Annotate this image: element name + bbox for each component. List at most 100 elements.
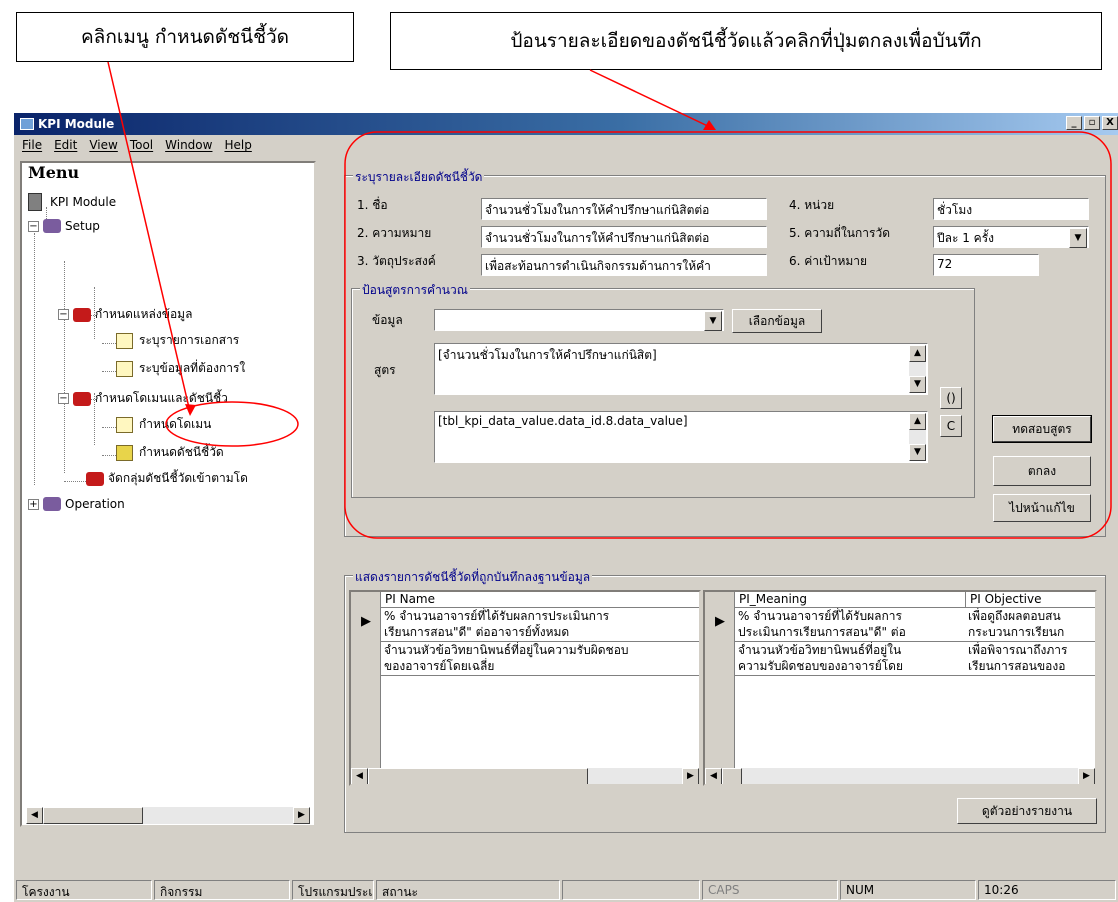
target-field[interactable]: 72 (933, 254, 1039, 276)
folder-icon (116, 332, 133, 349)
kpi-grid-left[interactable]: PI Name ▶ % จำนวนอาจารย์ที่ได้รับผลการปร… (349, 590, 701, 786)
scroll-left-icon[interactable]: ◀ (351, 768, 368, 784)
status-state: สถานะ (376, 880, 560, 900)
tree-node-data-needed[interactable]: ระบุข้อมูลที่ต้องการใ (116, 359, 245, 378)
row1-meaning-line1[interactable]: % จำนวนอาจารย์ที่ได้รับผลการ (735, 608, 965, 625)
tree-label-kpi-module: KPI Module (50, 195, 117, 209)
chevron-down-icon[interactable]: ▼ (704, 311, 722, 331)
grid-horizontal-scrollbar[interactable]: ◀ ▶ (705, 768, 1095, 784)
row1-objective-line1[interactable]: เพื่อดูถึงผลตอบสน (965, 608, 1095, 625)
unit-field[interactable]: ชั่วโมง (933, 198, 1089, 220)
current-row-icon: ▶ (715, 614, 725, 629)
annotation-callout-right: ป้อนรายละเอียดของดัชนีชี้วัดแล้วคลิกที่ป… (390, 12, 1102, 70)
report-preview-button[interactable]: ดูตัวอย่างรายงาน (957, 798, 1097, 824)
scroll-left-icon[interactable]: ◀ (26, 807, 43, 824)
formula-legend: ป้อนสูตรการคำนวณ (360, 281, 470, 300)
grid-header-pi-meaning[interactable]: PI_Meaning (735, 592, 965, 608)
window-title: KPI Module (38, 117, 115, 131)
scroll-right-icon[interactable]: ▶ (682, 768, 699, 784)
clear-button[interactable]: C (940, 415, 962, 437)
formula-text-area[interactable]: [จำนวนชั่วโมงในการให้คำปรึกษาแก่นิสิต] ▲… (434, 343, 928, 395)
callout-left-text: คลิกเมนู กำหนดดัชนีชี้วัด (80, 26, 290, 48)
row2-name-line2[interactable]: ของอาจารย์โดยเฉลี่ย (381, 658, 699, 676)
vertical-scrollbar[interactable]: ▲ ▼ (909, 345, 926, 393)
grid-horizontal-scrollbar[interactable]: ◀ ▶ (351, 768, 699, 784)
row2-objective-line1[interactable]: เพื่อพิจารณาถึงภาร (965, 642, 1095, 659)
row1-objective-line2[interactable]: กระบวนการเรียนก (965, 624, 1095, 642)
vertical-scrollbar[interactable]: ▲ ▼ (909, 413, 926, 461)
title-bar[interactable]: KPI Module _ ▫ X (14, 113, 1118, 135)
data-select-value (435, 310, 703, 330)
scroll-right-icon[interactable]: ▶ (293, 807, 310, 824)
menu-file[interactable]: File (16, 138, 48, 152)
menu-view[interactable]: View (83, 138, 123, 152)
row1-meaning-line2[interactable]: ประเมินการเรียนการสอน"ดี" ต่อ (735, 624, 965, 642)
row2-name-line1[interactable]: จำนวนหัวข้อวิทยานิพนธ์ที่อยู่ในความรับผิ… (381, 642, 699, 659)
scroll-down-icon[interactable]: ▼ (909, 376, 926, 393)
book-icon (73, 391, 91, 406)
scroll-thumb[interactable] (368, 768, 588, 784)
menu-window[interactable]: Window (159, 138, 218, 152)
edit-page-button[interactable]: ไปหน้าแก้ไข (993, 494, 1091, 522)
grid-header-pi-name[interactable]: PI Name (381, 592, 699, 608)
menu-tool[interactable]: Tool (124, 138, 159, 152)
folder-icon (116, 360, 133, 377)
scroll-down-icon[interactable]: ▼ (909, 444, 926, 461)
restore-button[interactable]: ▫ (1084, 116, 1100, 130)
menu-horizontal-scrollbar[interactable]: ◀ ▶ (26, 807, 310, 824)
scroll-thumb[interactable] (722, 768, 742, 784)
collapse-icon[interactable]: − (58, 309, 69, 320)
close-button[interactable]: X (1102, 116, 1118, 130)
tree-node-doc-list[interactable]: ระบุรายการเอกสาร (116, 331, 239, 350)
tree-node-group-kpi[interactable]: จัดกลุ่มดัชนีชี้วัดเข้าตามโด (86, 469, 248, 488)
collapse-icon[interactable]: − (58, 393, 69, 404)
row1-name-line1[interactable]: % จำนวนอาจารย์ที่ได้รับผลการประเมินการ (381, 608, 699, 625)
meaning-field[interactable]: จำนวนชั่วโมงในการให้คำปรึกษาแก่นิสิตต่อ (481, 226, 767, 248)
chevron-down-icon[interactable]: ▼ (1069, 228, 1087, 248)
kpi-grid-right[interactable]: PI_Meaning PI Objective ▶ % จำนวนอาจารย์… (703, 590, 1097, 786)
app-icon (20, 118, 34, 130)
tree-node-data-source[interactable]: − กำหนดแหล่งข้อมูล (58, 305, 192, 324)
row2-objective-line2[interactable]: เรียนการสอนของอ (965, 658, 1095, 676)
tree-node-domain-kpi[interactable]: − กำหนดโดเมนและดัชนีชี้ว (58, 389, 228, 408)
data-select[interactable]: ▼ (434, 309, 724, 331)
scroll-left-icon[interactable]: ◀ (705, 768, 722, 784)
formula-group: ป้อนสูตรการคำนวณ ข้อมูล ▼ เลือกข้อมูล สู… (351, 281, 975, 498)
kpi-detail-group: ระบุรายละเอียดดัชนีชี้วัด 1. ชื่อ จำนวนช… (344, 168, 1106, 537)
menu-help[interactable]: Help (218, 138, 257, 152)
frequency-select[interactable]: ปีละ 1 ครั้ง ▼ (933, 226, 1089, 248)
status-num: NUM (840, 880, 976, 900)
tree-node-kpi[interactable]: กำหนดดัชนีชี้วัด (116, 443, 224, 462)
minimize-button[interactable]: _ (1066, 116, 1082, 130)
row2-meaning-line1[interactable]: จำนวนหัวข้อวิทยานิพนธ์ที่อยู่ใน (735, 642, 965, 659)
collapse-icon[interactable]: − (28, 220, 39, 232)
tree-node-domain[interactable]: กำหนดโดเมน (116, 415, 211, 434)
tree-label-doc-list: ระบุรายการเอกสาร (139, 333, 240, 347)
frequency-value: ปีละ 1 ครั้ง (937, 231, 995, 245)
paren-button[interactable]: () (940, 387, 962, 409)
tree-node-operation[interactable]: + Operation (28, 497, 125, 511)
test-formula-button[interactable]: ทดสอบสูตร (992, 415, 1092, 443)
status-project: โครงงาน (16, 880, 152, 900)
row1-name-line2[interactable]: เรียนการสอน"ดี" ต่ออาจารย์ทั้งหมด (381, 624, 699, 642)
ok-button[interactable]: ตกลง (993, 456, 1091, 486)
formula-code-area[interactable]: [tbl_kpi_data_value.data_id.8.data_value… (434, 411, 928, 463)
menu-title: Menu (28, 163, 80, 182)
scroll-up-icon[interactable]: ▲ (909, 413, 926, 430)
data-label: ข้อมูล (372, 313, 403, 327)
kpi-detail-legend: ระบุรายละเอียดดัชนีชี้วัด (353, 168, 485, 187)
select-data-button[interactable]: เลือกข้อมูล (732, 309, 822, 333)
scroll-right-icon[interactable]: ▶ (1078, 768, 1095, 784)
tree-label-domain-kpi: กำหนดโดเมนและดัชนีชี้ว (95, 391, 228, 405)
scroll-up-icon[interactable]: ▲ (909, 345, 926, 362)
expand-icon[interactable]: + (28, 498, 39, 510)
status-clock: 10:26 (978, 880, 1116, 900)
tree-node-kpi-module[interactable]: KPI Module (28, 193, 116, 211)
scroll-thumb[interactable] (43, 807, 143, 824)
name-field[interactable]: จำนวนชั่วโมงในการให้คำปรึกษาแก่นิสิตต่อ (481, 198, 767, 220)
grid-header-pi-objective[interactable]: PI Objective (965, 592, 1095, 608)
tree-node-setup[interactable]: − Setup (28, 219, 100, 233)
menu-edit[interactable]: Edit (48, 138, 83, 152)
row2-meaning-line2[interactable]: ความรับผิดชอบของอาจารย์โดย (735, 658, 965, 676)
objective-field[interactable]: เพื่อสะท้อนการดำเนินกิจกรรมด้านการให้คำ (481, 254, 767, 276)
